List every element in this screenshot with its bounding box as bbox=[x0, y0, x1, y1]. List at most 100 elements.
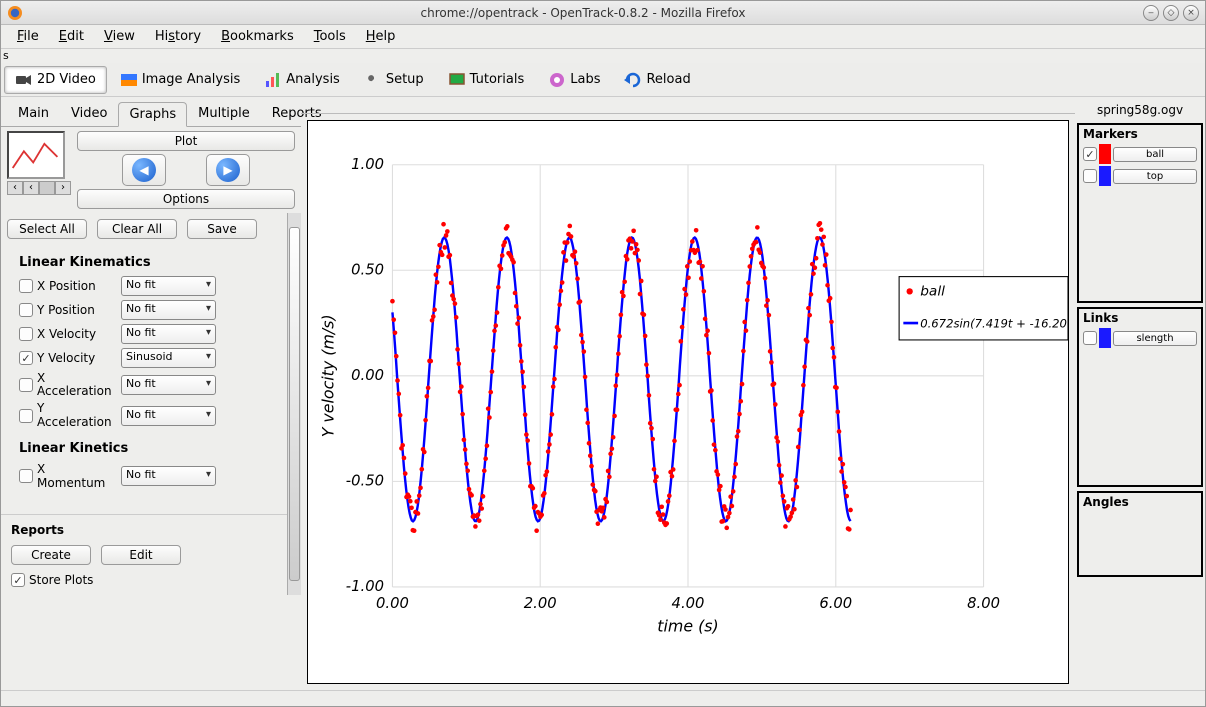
toolbar: 2D Video Image Analysis Analysis Setup T… bbox=[1, 63, 1205, 97]
tab-multiple[interactable]: Multiple bbox=[187, 101, 261, 126]
xtick: 8.00 bbox=[967, 595, 1000, 612]
thumb-scroll: ‹ ‹ › bbox=[7, 181, 71, 195]
wrench-icon bbox=[364, 71, 382, 89]
toolbar-image-analysis[interactable]: Image Analysis bbox=[109, 66, 251, 94]
options-button[interactable]: Options bbox=[77, 189, 295, 209]
store-plots-row: Store Plots bbox=[11, 569, 277, 591]
thumb-scroll-left[interactable]: ‹ bbox=[7, 181, 23, 195]
param-row-yposition: Y Position No fit bbox=[19, 298, 277, 322]
tab-video[interactable]: Video bbox=[60, 101, 118, 126]
thumb-scroll-track[interactable] bbox=[39, 181, 55, 195]
links-box: Links slength bbox=[1077, 307, 1203, 487]
check-yposition[interactable] bbox=[19, 303, 33, 317]
create-button[interactable]: Create bbox=[11, 545, 91, 565]
fit-select-yaccel[interactable]: No fit bbox=[121, 406, 216, 426]
menu-bookmarks[interactable]: Bookmarks bbox=[211, 27, 304, 46]
param-row-yaccel: YAcceleration No fit bbox=[19, 400, 277, 430]
thumb-scroll-right[interactable]: › bbox=[55, 181, 71, 195]
toolbar-2d-video[interactable]: 2D Video bbox=[4, 66, 107, 94]
param-label: X Velocity bbox=[37, 327, 117, 341]
save-button[interactable]: Save bbox=[187, 219, 257, 239]
param-label: YAcceleration bbox=[37, 402, 117, 428]
ylabel: Y velocity (m/s) bbox=[318, 314, 337, 437]
left-tabs: Main Video Graphs Multiple Reports bbox=[1, 97, 301, 127]
window-title: chrome://opentrack - OpenTrack-0.8.2 - M… bbox=[27, 6, 1139, 20]
store-plots-label: Store Plots bbox=[29, 573, 93, 587]
plot-button[interactable]: Plot bbox=[77, 131, 295, 151]
menu-bar: File Edit View History Bookmarks Tools H… bbox=[1, 25, 1205, 49]
menu-help[interactable]: Help bbox=[356, 27, 406, 46]
chart-svg: 0.00 2.00 4.00 6.00 8.00 -1.00 -0.50 0.0… bbox=[308, 121, 1068, 683]
close-button[interactable]: × bbox=[1183, 5, 1199, 21]
reports-buttons: Create Edit bbox=[11, 541, 277, 569]
select-all-button[interactable]: Select All bbox=[7, 219, 87, 239]
check-marker-top[interactable] bbox=[1083, 169, 1097, 183]
fit-select-xmomentum[interactable]: No fit bbox=[121, 466, 216, 486]
menu-edit[interactable]: Edit bbox=[49, 27, 94, 46]
ytick: 0.50 bbox=[351, 261, 384, 278]
link-button-slength[interactable]: slength bbox=[1113, 331, 1197, 346]
toolbar-tutorials[interactable]: Tutorials bbox=[437, 66, 536, 94]
left-scroll[interactable] bbox=[287, 213, 301, 595]
tabs-pad bbox=[301, 97, 1075, 114]
toolbar-labs[interactable]: Labs bbox=[537, 66, 611, 94]
check-xposition[interactable] bbox=[19, 279, 33, 293]
menu-view[interactable]: View bbox=[94, 27, 145, 46]
xlabel: time (s) bbox=[657, 616, 718, 635]
menu-history[interactable]: History bbox=[145, 27, 211, 46]
check-yaccel[interactable] bbox=[19, 409, 33, 423]
maximize-button[interactable]: ◇ bbox=[1163, 5, 1179, 21]
check-xaccel[interactable] bbox=[19, 378, 33, 392]
toolbar-analysis[interactable]: Analysis bbox=[253, 66, 351, 94]
firefox-icon bbox=[7, 5, 23, 21]
board-icon bbox=[448, 71, 466, 89]
minimize-button[interactable]: ‒ bbox=[1143, 5, 1159, 21]
toolbar-reload[interactable]: Reload bbox=[613, 66, 701, 94]
ytick: 1.00 bbox=[351, 156, 384, 173]
content-area: Main Video Graphs Multiple Reports ‹ ‹ › bbox=[1, 97, 1205, 690]
menu-file[interactable]: File bbox=[7, 27, 49, 46]
prev-plot-button[interactable]: ◀ bbox=[122, 154, 166, 186]
tab-graphs[interactable]: Graphs bbox=[118, 102, 187, 127]
param-label: X Momentum bbox=[37, 462, 117, 490]
ytick: 0.00 bbox=[351, 367, 384, 384]
check-yvelocity[interactable] bbox=[19, 351, 33, 365]
param-label: Y Velocity bbox=[37, 351, 117, 365]
plot-thumb-column: ‹ ‹ › bbox=[7, 131, 71, 209]
angles-title: Angles bbox=[1081, 495, 1199, 511]
links-title: Links bbox=[1081, 311, 1199, 327]
toolbar-label: Image Analysis bbox=[142, 72, 240, 87]
toolbar-setup[interactable]: Setup bbox=[353, 66, 435, 94]
arrow-row: ◀ ▶ bbox=[77, 154, 295, 186]
menu-tools[interactable]: Tools bbox=[304, 27, 356, 46]
fit-select-yposition[interactable]: No fit bbox=[121, 300, 216, 320]
check-link-slength[interactable] bbox=[1083, 331, 1097, 345]
next-plot-button[interactable]: ▶ bbox=[206, 154, 250, 186]
marker-button-top[interactable]: top bbox=[1113, 169, 1197, 184]
link-row-slength: slength bbox=[1081, 327, 1199, 349]
thumb-scroll-left2[interactable]: ‹ bbox=[23, 181, 39, 195]
scroll-thumb[interactable] bbox=[289, 227, 300, 581]
toolbar-label: Labs bbox=[570, 72, 600, 87]
plot-thumbnail[interactable] bbox=[7, 131, 65, 179]
tab-main[interactable]: Main bbox=[7, 101, 60, 126]
fit-select-xvelocity[interactable]: No fit bbox=[121, 324, 216, 344]
swatch-blue bbox=[1099, 328, 1111, 348]
clear-all-button[interactable]: Clear All bbox=[97, 219, 177, 239]
ytick: -1.00 bbox=[346, 578, 384, 595]
arrow-left-icon: ◀ bbox=[132, 158, 156, 182]
fit-select-xposition[interactable]: No fit bbox=[121, 276, 216, 296]
marker-button-ball[interactable]: ball bbox=[1113, 147, 1197, 162]
check-xmomentum[interactable] bbox=[19, 469, 33, 483]
params-column: Select All Clear All Save Linear Kinemat… bbox=[1, 213, 287, 595]
xtick: 2.00 bbox=[524, 595, 557, 612]
fit-select-xaccel[interactable]: No fit bbox=[121, 375, 216, 395]
fit-select-yvelocity[interactable]: Sinusoid bbox=[121, 348, 216, 368]
reports-section: Reports Create Edit Store Plots bbox=[1, 515, 287, 595]
edit-button[interactable]: Edit bbox=[101, 545, 181, 565]
check-store-plots[interactable] bbox=[11, 573, 25, 587]
check-marker-ball[interactable] bbox=[1083, 147, 1097, 161]
check-xvelocity[interactable] bbox=[19, 327, 33, 341]
chart-icon bbox=[264, 71, 282, 89]
param-row-xaccel: XAcceleration No fit bbox=[19, 370, 277, 400]
